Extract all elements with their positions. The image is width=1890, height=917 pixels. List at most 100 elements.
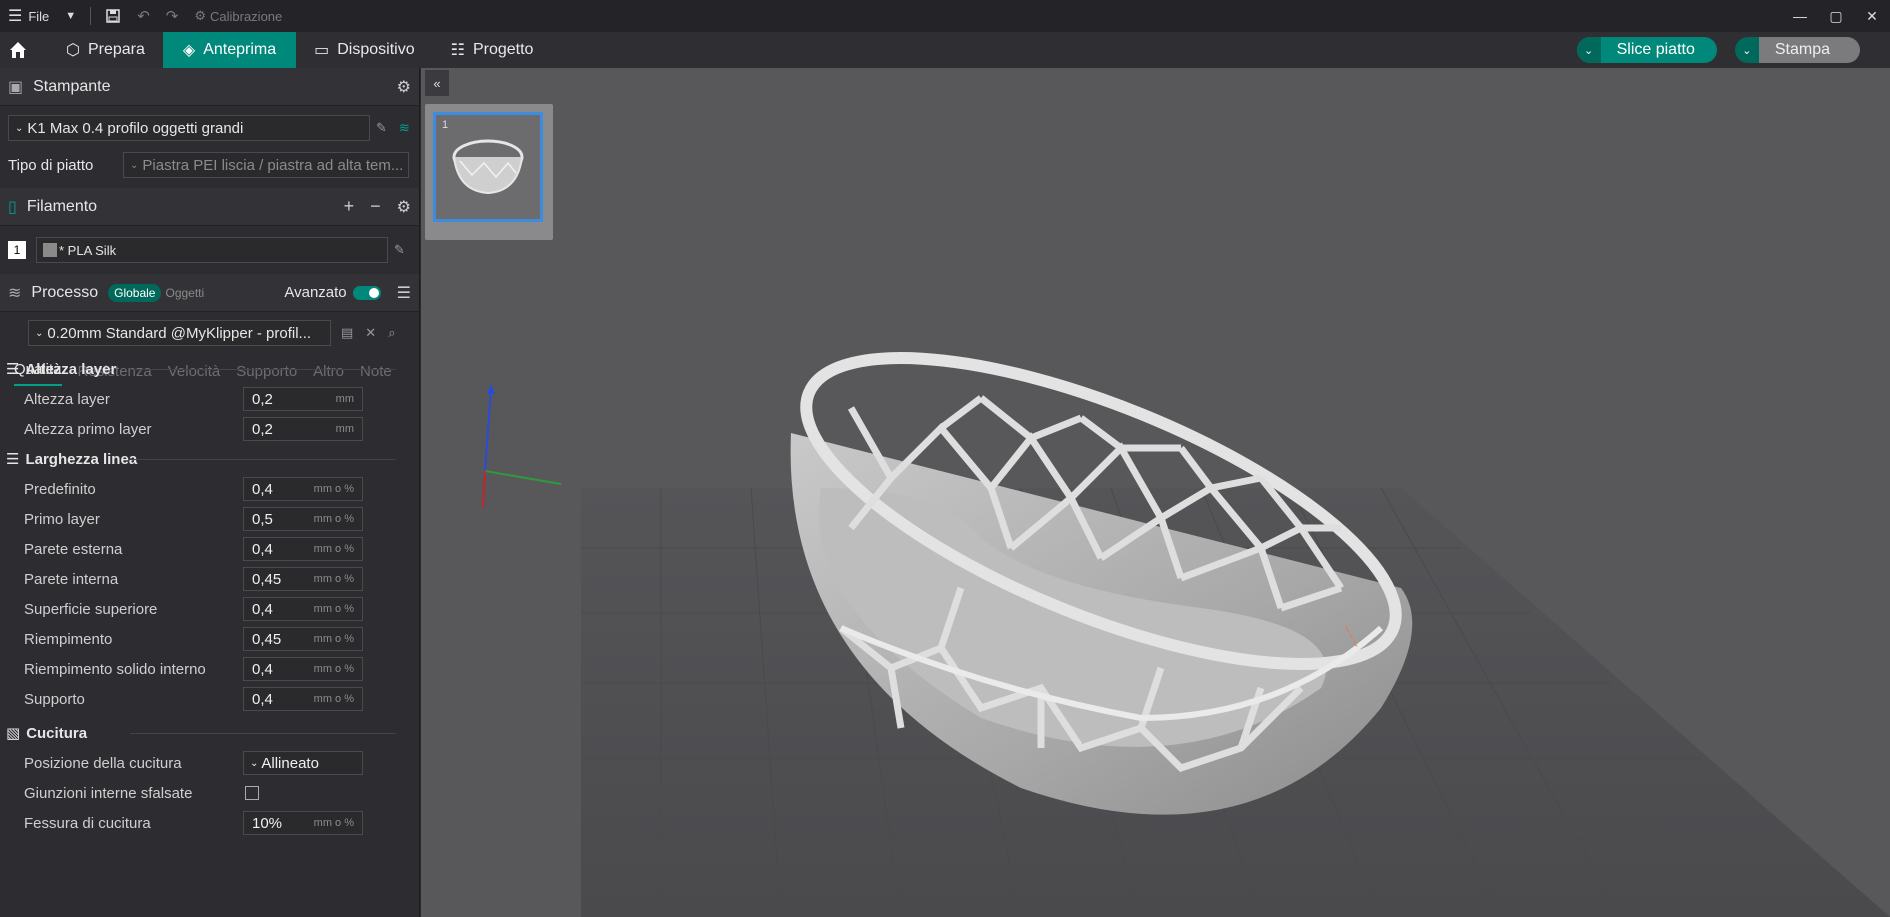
calibration-icon: ⚙ bbox=[194, 8, 206, 23]
home-button[interactable] bbox=[0, 32, 36, 68]
close-button[interactable]: ✕ bbox=[1854, 0, 1890, 32]
file-menu[interactable]: ☰ File bbox=[0, 0, 57, 32]
print-button[interactable]: ⌄ Stampa bbox=[1734, 37, 1860, 63]
seam-gap-input[interactable]: 10% mm o % bbox=[243, 811, 363, 835]
chevron-down-icon: ⌄ bbox=[250, 757, 259, 769]
layer-icon: ☰ bbox=[6, 361, 20, 378]
file-menu-label: File bbox=[28, 8, 50, 24]
setting-first-layer-width: Primo layer 0,5 mm o % bbox=[0, 504, 404, 534]
setting-label: Altezza primo layer bbox=[24, 420, 152, 438]
printer-profile-row: ⌄ K1 Max 0.4 profilo oggetti grandi ✎ ≋ bbox=[0, 106, 419, 150]
chevron-down-icon: ⌄ bbox=[15, 122, 24, 134]
select-value: Allineato bbox=[261, 754, 319, 772]
edit-icon[interactable]: ✎ bbox=[376, 120, 387, 136]
input-value: 0,4 bbox=[252, 690, 273, 708]
line-width-icon: ☰ bbox=[6, 451, 20, 468]
process-profile-select[interactable]: ⌄ 0.20mm Standard @MyKlipper - profil... bbox=[28, 320, 331, 346]
filament-slot-number: 1 bbox=[8, 241, 26, 259]
setting-seam-position: Posizione della cucitura ⌄ Allineato bbox=[0, 748, 404, 778]
close-icon[interactable]: ✕ bbox=[365, 325, 376, 341]
support-width-input[interactable]: 0,4 mm o % bbox=[243, 687, 363, 711]
process-profile-value: 0.20mm Standard @MyKlipper - profil... bbox=[47, 324, 312, 342]
file-dropdown-button[interactable]: ▼ bbox=[57, 0, 84, 32]
minimize-button[interactable]: — bbox=[1782, 0, 1818, 32]
setting-default-width: Predefinito 0,4 mm o % bbox=[0, 474, 404, 504]
setting-top-surface-width: Superficie superiore 0,4 mm o % bbox=[0, 594, 404, 624]
process-header: Processo bbox=[31, 283, 99, 301]
plate-type-select[interactable]: ⌄ Piastra PEI liscia / piastra ad alta t… bbox=[123, 152, 409, 178]
setting-label: Primo layer bbox=[24, 510, 100, 528]
group-width-title: Larghezza linea bbox=[25, 450, 138, 468]
input-unit: mm o % bbox=[313, 817, 354, 829]
setting-label: Superficie superiore bbox=[24, 600, 158, 618]
filament-color-swatch[interactable] bbox=[43, 243, 57, 257]
calibration-menu[interactable]: ⚙ Calibrazione bbox=[186, 0, 290, 32]
outer-wall-width-input[interactable]: 0,4 mm o % bbox=[243, 537, 363, 561]
title-bar: ☰ File ▼ ↶ ↷ ⚙ Calibrazione — ▢ ✕ bbox=[0, 0, 1890, 32]
group-layer-title: Altezza layer bbox=[25, 360, 117, 378]
filament-icon: ▯ bbox=[8, 198, 17, 216]
global-toggle[interactable]: Globale bbox=[108, 283, 162, 302]
infill-width-input[interactable]: 0,45 mm o % bbox=[243, 627, 363, 651]
filament-select[interactable]: * PLA Silk bbox=[36, 237, 388, 263]
compare-icon[interactable]: ☰ bbox=[397, 283, 411, 303]
advanced-switch[interactable] bbox=[352, 285, 381, 300]
printer-icon: ▣ bbox=[8, 78, 24, 96]
chevron-down-icon[interactable]: ⌄ bbox=[1734, 37, 1759, 63]
seam-position-select[interactable]: ⌄ Allineato bbox=[243, 751, 363, 775]
save-icon bbox=[106, 9, 120, 23]
default-width-input[interactable]: 0,4 mm o % bbox=[243, 477, 363, 501]
chevron-down-icon: ⌄ bbox=[35, 327, 44, 339]
setting-label: Predefinito bbox=[24, 480, 96, 498]
group-layer-height: ☰ Altezza layer bbox=[0, 354, 404, 384]
filament-name: * PLA Silk bbox=[59, 242, 117, 258]
group-seam: ▧ Cucitura bbox=[0, 718, 404, 748]
edit-icon[interactable]: ✎ bbox=[394, 242, 405, 258]
tab-prepare[interactable]: ⬡ Prepara bbox=[48, 32, 163, 68]
3d-viewport[interactable]: « 1 ~~~ bbox=[421, 68, 1890, 917]
axis-gizmo bbox=[482, 384, 562, 509]
printer-settings-icon[interactable]: ⚙ bbox=[397, 77, 411, 97]
first-layer-width-input[interactable]: 0,5 mm o % bbox=[243, 507, 363, 531]
input-unit: mm o % bbox=[313, 543, 354, 555]
objects-toggle[interactable]: Oggetti bbox=[165, 286, 204, 300]
setting-staggered-seams: Giunzioni interne sfalsate bbox=[0, 778, 404, 808]
undo-button[interactable]: ↶ bbox=[129, 0, 158, 32]
staggered-seams-checkbox[interactable] bbox=[245, 786, 259, 800]
calibration-label: Calibrazione bbox=[210, 8, 283, 24]
internal-solid-infill-width-input[interactable]: 0,4 mm o % bbox=[243, 657, 363, 681]
tab-device[interactable]: ▭ Dispositivo bbox=[296, 32, 432, 68]
redo-button[interactable]: ↷ bbox=[158, 0, 187, 32]
layer-height-input[interactable]: 0,2 mm bbox=[243, 387, 363, 411]
plate-type-row: Tipo di piatto ⌄ Piastra PEI liscia / pi… bbox=[0, 150, 419, 180]
tab-device-label: Dispositivo bbox=[337, 41, 415, 58]
first-layer-height-input[interactable]: 0,2 mm bbox=[243, 417, 363, 441]
remove-filament-icon[interactable]: − bbox=[370, 196, 381, 217]
group-line-width: ☰ Larghezza linea bbox=[0, 444, 404, 474]
setting-first-layer-height: Altezza primo layer 0,2 mm bbox=[0, 414, 404, 444]
project-icon: ☷ bbox=[450, 42, 465, 59]
printer-section-header: ▣ Stampante ⚙ bbox=[0, 68, 419, 106]
top-surface-width-input[interactable]: 0,4 mm o % bbox=[243, 597, 363, 621]
input-unit: mm o % bbox=[313, 633, 354, 645]
printer-profile-select[interactable]: ⌄ K1 Max 0.4 profilo oggetti grandi bbox=[8, 115, 370, 141]
maximize-button[interactable]: ▢ bbox=[1818, 0, 1854, 32]
tab-project[interactable]: ☷ Progetto bbox=[433, 32, 552, 68]
setting-label: Parete esterna bbox=[24, 540, 123, 558]
tab-prepare-label: Prepara bbox=[87, 41, 145, 58]
tab-preview[interactable]: ◈ Anteprima bbox=[162, 32, 297, 68]
save-icon[interactable]: ▤ bbox=[341, 325, 353, 341]
inner-wall-width-input[interactable]: 0,45 mm o % bbox=[243, 567, 363, 591]
setting-label: Parete interna bbox=[24, 570, 119, 588]
printer-header: Stampante bbox=[33, 77, 111, 95]
add-filament-icon[interactable]: + bbox=[344, 196, 355, 217]
process-profile-row: ⌄ 0.20mm Standard @MyKlipper - profil...… bbox=[0, 312, 419, 354]
setting-inner-wall-width: Parete interna 0,45 mm o % bbox=[0, 564, 404, 594]
save-button[interactable] bbox=[97, 0, 129, 32]
process-section-header: ≋ Processo Globale Oggetti Avanzato ☰ bbox=[0, 274, 419, 312]
chevron-down-icon[interactable]: ⌄ bbox=[1576, 37, 1601, 63]
slice-plate-button[interactable]: ⌄ Slice piatto bbox=[1576, 37, 1717, 63]
search-icon[interactable]: ⌕ bbox=[388, 325, 395, 341]
wifi-icon[interactable]: ≋ bbox=[399, 120, 410, 136]
filament-settings-icon[interactable]: ⚙ bbox=[397, 197, 411, 217]
